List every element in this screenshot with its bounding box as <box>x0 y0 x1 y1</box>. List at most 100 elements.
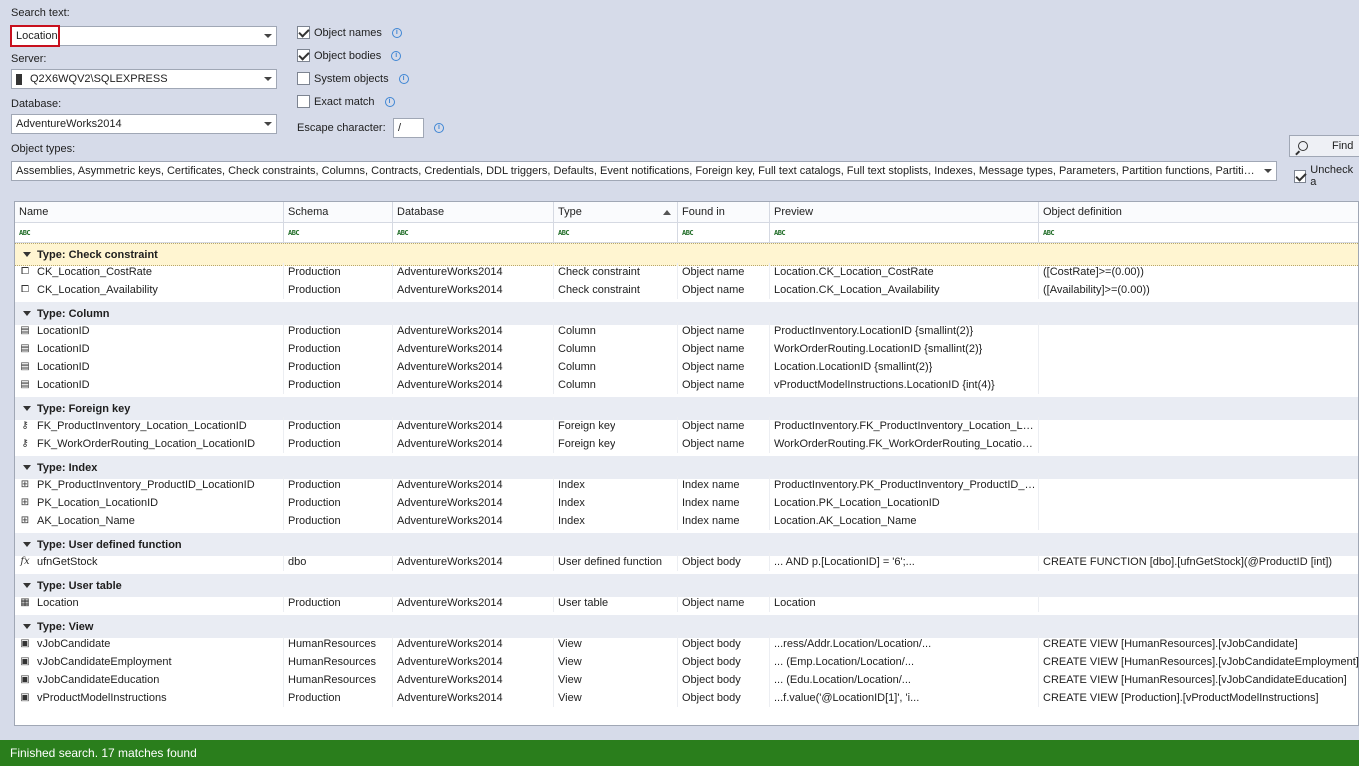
info-icon[interactable]: i <box>391 50 402 61</box>
escape-character-input[interactable]: / <box>393 118 424 138</box>
cell-text: vJobCandidateEducation <box>37 674 160 686</box>
cell-object-definition <box>1039 594 1358 612</box>
cell-preview: ... AND p.[LocationID] = '6';... <box>770 553 1039 571</box>
collapse-icon[interactable] <box>23 465 31 470</box>
cell-type: Index <box>554 476 678 494</box>
uncheck-all-checkbox[interactable] <box>1294 169 1307 183</box>
cell-text: Object name <box>682 325 745 337</box>
cell-text: HumanResources <box>288 656 377 668</box>
uncheck-all-option[interactable]: Uncheck a <box>1294 164 1359 188</box>
cell-text: Location <box>37 597 79 609</box>
cell-preview: ProductInventory.LocationID {smallint(2)… <box>770 322 1039 340</box>
table-row[interactable]: ▤ LocationID Production AdventureWorks2014 C… <box>15 340 1358 358</box>
cell-found-in: Index name <box>678 512 770 530</box>
chevron-down-icon[interactable] <box>1264 169 1272 173</box>
cell-name: ▣ vJobCandidateEducation <box>15 671 284 689</box>
cell-name: ▣ vJobCandidateEmployment <box>15 653 284 671</box>
find-button[interactable]: Find <box>1289 135 1359 157</box>
table-row[interactable]: ▣ vJobCandidateEducation HumanResources Adv… <box>15 671 1358 689</box>
cell-text: AK_Location_Name <box>37 515 135 527</box>
filter-cell-name[interactable]: ABC <box>15 223 284 242</box>
filter-cell-preview[interactable]: ABC <box>770 223 1039 242</box>
object-bodies-checkbox[interactable] <box>297 49 310 62</box>
exact-match-option[interactable]: Exact match i <box>297 95 395 108</box>
table-row[interactable]: ▤ LocationID Production AdventureWorks2014 C… <box>15 358 1358 376</box>
cell-object-definition <box>1039 494 1358 512</box>
column-header-schema[interactable]: Schema <box>284 202 393 222</box>
cell-text: ... AND p.[LocationID] = '6';... <box>774 556 915 568</box>
object-names-checkbox[interactable] <box>297 26 310 39</box>
cell-object-definition: CREATE VIEW [HumanResources].[vJobCandid… <box>1039 671 1358 689</box>
info-icon[interactable]: i <box>434 123 444 133</box>
collapse-icon[interactable] <box>23 311 31 316</box>
info-icon[interactable]: i <box>384 96 395 107</box>
column-header-label: Preview <box>774 206 814 218</box>
server-value: Q2X6WQV2\SQLEXPRESS <box>30 73 168 85</box>
cell-found-in: Object name <box>678 358 770 376</box>
info-icon[interactable]: i <box>391 27 402 38</box>
exact-match-checkbox[interactable] <box>297 95 310 108</box>
collapse-icon[interactable] <box>23 542 31 547</box>
cell-text: View <box>558 674 582 686</box>
info-icon[interactable]: i <box>398 73 409 84</box>
column-header-name[interactable]: Name <box>15 202 284 222</box>
database-combo[interactable]: AdventureWorks2014 <box>11 114 277 134</box>
filter-cell-schema[interactable]: ABC <box>284 223 393 242</box>
cell-name: ▤ LocationID <box>15 322 284 340</box>
results-grid[interactable]: Name Schema Database Type Found in Preview Obj… <box>14 201 1359 726</box>
column-header-type[interactable]: Type <box>554 202 678 222</box>
collapse-icon[interactable] <box>23 583 31 588</box>
table-row[interactable]: ⊞ PK_Location_LocationID Production Adventu… <box>15 494 1358 512</box>
table-row[interactable]: ⊞ PK_ProductInventory_ProductID_LocationI… <box>15 476 1358 494</box>
table-row[interactable]: fx ufnGetStock dbo AdventureWorks2014 User d… <box>15 553 1358 571</box>
table-row[interactable]: ▦ Location Production AdventureWorks2014 Use… <box>15 594 1358 612</box>
cell-name: ▤ LocationID <box>15 376 284 394</box>
collapse-icon[interactable] <box>23 252 31 257</box>
object-types-combo[interactable]: Assemblies, Asymmetric keys, Certificate… <box>11 161 1277 181</box>
table-row[interactable]: ⊞ AK_Location_Name Production AdventureWork… <box>15 512 1358 530</box>
view-icon: ▣ <box>20 656 30 667</box>
chevron-down-icon[interactable] <box>264 77 272 81</box>
table-row[interactable]: ⚷ FK_ProductInventory_Location_LocationID… <box>15 417 1358 435</box>
cell-text: Check constraint <box>558 284 640 296</box>
filter-cell-found-in[interactable]: ABC <box>678 223 770 242</box>
chevron-down-icon[interactable] <box>264 122 272 126</box>
column-header-object-definition[interactable]: Object definition <box>1039 202 1358 222</box>
column-header-found-in[interactable]: Found in <box>678 202 770 222</box>
cell-preview: WorkOrderRouting.FK_WorkOrderRouting_Loc… <box>770 435 1039 453</box>
cell-database: AdventureWorks2014 <box>393 689 554 707</box>
table-row[interactable]: ▣ vJobCandidate HumanResources AdventureWor… <box>15 635 1358 653</box>
system-objects-checkbox[interactable] <box>297 72 310 85</box>
object-names-option[interactable]: Object names i <box>297 26 402 39</box>
cell-text: ProductInventory.FK_ProductInventory_Loc… <box>774 420 1038 432</box>
cell-text: CREATE VIEW [Production].[vProductModelI… <box>1043 692 1319 704</box>
collapse-icon[interactable] <box>23 624 31 629</box>
cell-text: Production <box>288 284 341 296</box>
object-bodies-option[interactable]: Object bodies i <box>297 49 402 62</box>
sort-ascending-icon <box>663 210 671 215</box>
uncheck-all-label: Uncheck a <box>1310 164 1354 188</box>
table-row[interactable]: ⚷ FK_WorkOrderRouting_Location_LocationID… <box>15 435 1358 453</box>
server-combo[interactable]: Q2X6WQV2\SQLEXPRESS <box>11 69 277 89</box>
table-row[interactable]: ⧠ CK_Location_CostRate Production Adventure… <box>15 263 1358 281</box>
table-row[interactable]: ▤ LocationID Production AdventureWorks2014 C… <box>15 322 1358 340</box>
cell-text: Index <box>558 497 585 509</box>
text-filter-icon: ABC <box>397 228 409 237</box>
cell-text: AdventureWorks2014 <box>397 325 503 337</box>
filter-cell-object-definition[interactable]: ABC <box>1039 223 1358 242</box>
table-row[interactable]: ▣ vJobCandidateEmployment HumanResources Ad… <box>15 653 1358 671</box>
system-objects-option[interactable]: System objects i <box>297 72 409 85</box>
table-row[interactable]: ▣ vProductModelInstructions Production Adve… <box>15 689 1358 707</box>
cell-type: Column <box>554 340 678 358</box>
cell-database: AdventureWorks2014 <box>393 671 554 689</box>
collapse-icon[interactable] <box>23 406 31 411</box>
filter-cell-type[interactable]: ABC <box>554 223 678 242</box>
table-row[interactable]: ▤ LocationID Production AdventureWorks2014 C… <box>15 376 1358 394</box>
table-row[interactable]: ⧠ CK_Location_Availability Production Adven… <box>15 281 1358 299</box>
cell-text: Object name <box>682 284 745 296</box>
cell-found-in: Object body <box>678 553 770 571</box>
column-header-database[interactable]: Database <box>393 202 554 222</box>
filter-cell-database[interactable]: ABC <box>393 223 554 242</box>
chevron-down-icon[interactable] <box>264 34 272 38</box>
column-header-preview[interactable]: Preview <box>770 202 1039 222</box>
